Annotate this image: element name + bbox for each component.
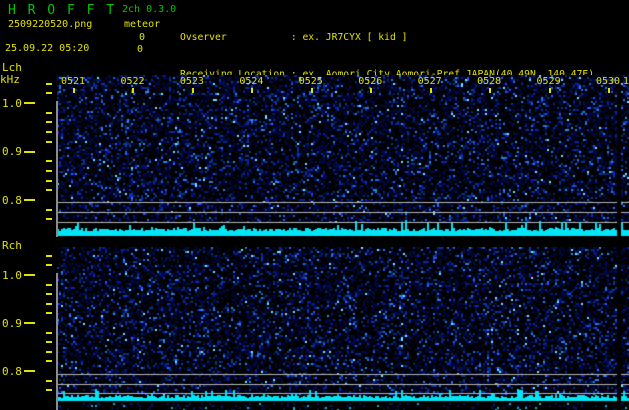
rch-ytick-0.9: 0.9 [2,317,22,330]
rch-minor-tick [46,351,52,353]
meteor-count-lch: 0 [139,32,146,43]
rch-major-tick [24,274,35,276]
time-label-0522: 0522 [120,76,145,87]
lch-ytick-0.9: 0.9 [2,145,22,158]
time-label-0523: 0523 [179,76,204,87]
lch-major-tick [24,199,35,201]
lch-minor-tick [46,112,52,114]
time-tick-0525 [310,88,313,93]
lch-ytick-1.0: 1.0 [2,97,22,110]
observer-line: Ovserver : ex. JR7CYX [ kid ] [180,32,408,44]
lch-minor-tick [46,121,52,123]
lch-minor-tick [46,83,52,85]
lch-minor-tick [46,131,52,133]
lch-major-tick [24,102,35,104]
lch-major-tick [24,151,35,153]
rch-minor-tick [46,341,52,343]
time-tick-0530 [607,88,610,93]
time-tick-0529 [548,88,551,93]
mode-label: meteor [124,19,161,30]
rch-major-tick [24,322,35,324]
khz-unit-label: kHz [0,73,20,86]
rch-axis-line [56,273,58,410]
time-tick-0522 [132,88,135,93]
time-tick-0524 [251,88,254,93]
time-label-0526: 0526 [358,76,383,87]
rch-minor-tick [46,389,52,391]
rch-minor-tick [46,255,52,257]
output-filename: 2509220520.png [8,19,93,30]
time-label-0521: 0521 [61,76,86,87]
rch-minor-tick [46,264,52,266]
time-label-0529: 0529 [536,76,561,87]
rch-minor-tick [46,284,52,286]
hrofft-window: H R O F F T 2ch 0.3.0 2509220520.png met… [0,0,629,410]
rch-spectrogram [57,247,629,410]
lch-minor-tick [46,189,52,191]
time-label-0527: 0527 [417,76,442,87]
time-label-0528: 0528 [477,76,502,87]
lch-spectrogram [57,75,629,237]
rch-ytick-0.8: 0.8 [2,365,22,378]
datetime-label: 25.09.22 05:20 [5,43,90,54]
rch-ytick-1.0: 1.0 [2,269,22,282]
app-title: H R O F F T [8,3,117,18]
time-tick-0523 [191,88,194,93]
rch-minor-tick [46,332,52,334]
rch-major-tick [24,370,35,372]
lch-minor-tick [46,209,52,211]
time-tick-0521 [73,88,75,93]
rch-minor-tick [46,360,52,362]
time-tick-0526 [370,88,373,93]
lch-minor-tick [46,92,52,94]
lch-ytick-0.8: 0.8 [2,194,22,207]
lch-minor-tick [46,141,52,143]
meteor-count-rch: 0 [137,44,144,55]
time-label-0530: 0530 [595,76,621,87]
app-version: 2ch 0.3.0 [122,4,177,15]
time-tick-0527 [429,88,432,93]
lch-axis-line [56,101,58,237]
rch-panel-label: Rch [2,239,22,252]
lch-minor-tick [46,160,52,162]
lch-minor-tick [46,218,52,220]
rch-minor-tick [46,293,52,295]
rch-minor-tick [46,380,52,382]
lch-minor-tick [46,170,52,172]
time-tick-0528 [489,88,492,93]
rch-minor-tick [46,312,52,314]
edge-time-label: 10 [623,76,629,87]
rch-minor-tick [46,303,52,305]
time-label-0525: 0525 [298,76,323,87]
time-label-0524: 0524 [239,76,264,87]
lch-minor-tick [46,180,52,182]
